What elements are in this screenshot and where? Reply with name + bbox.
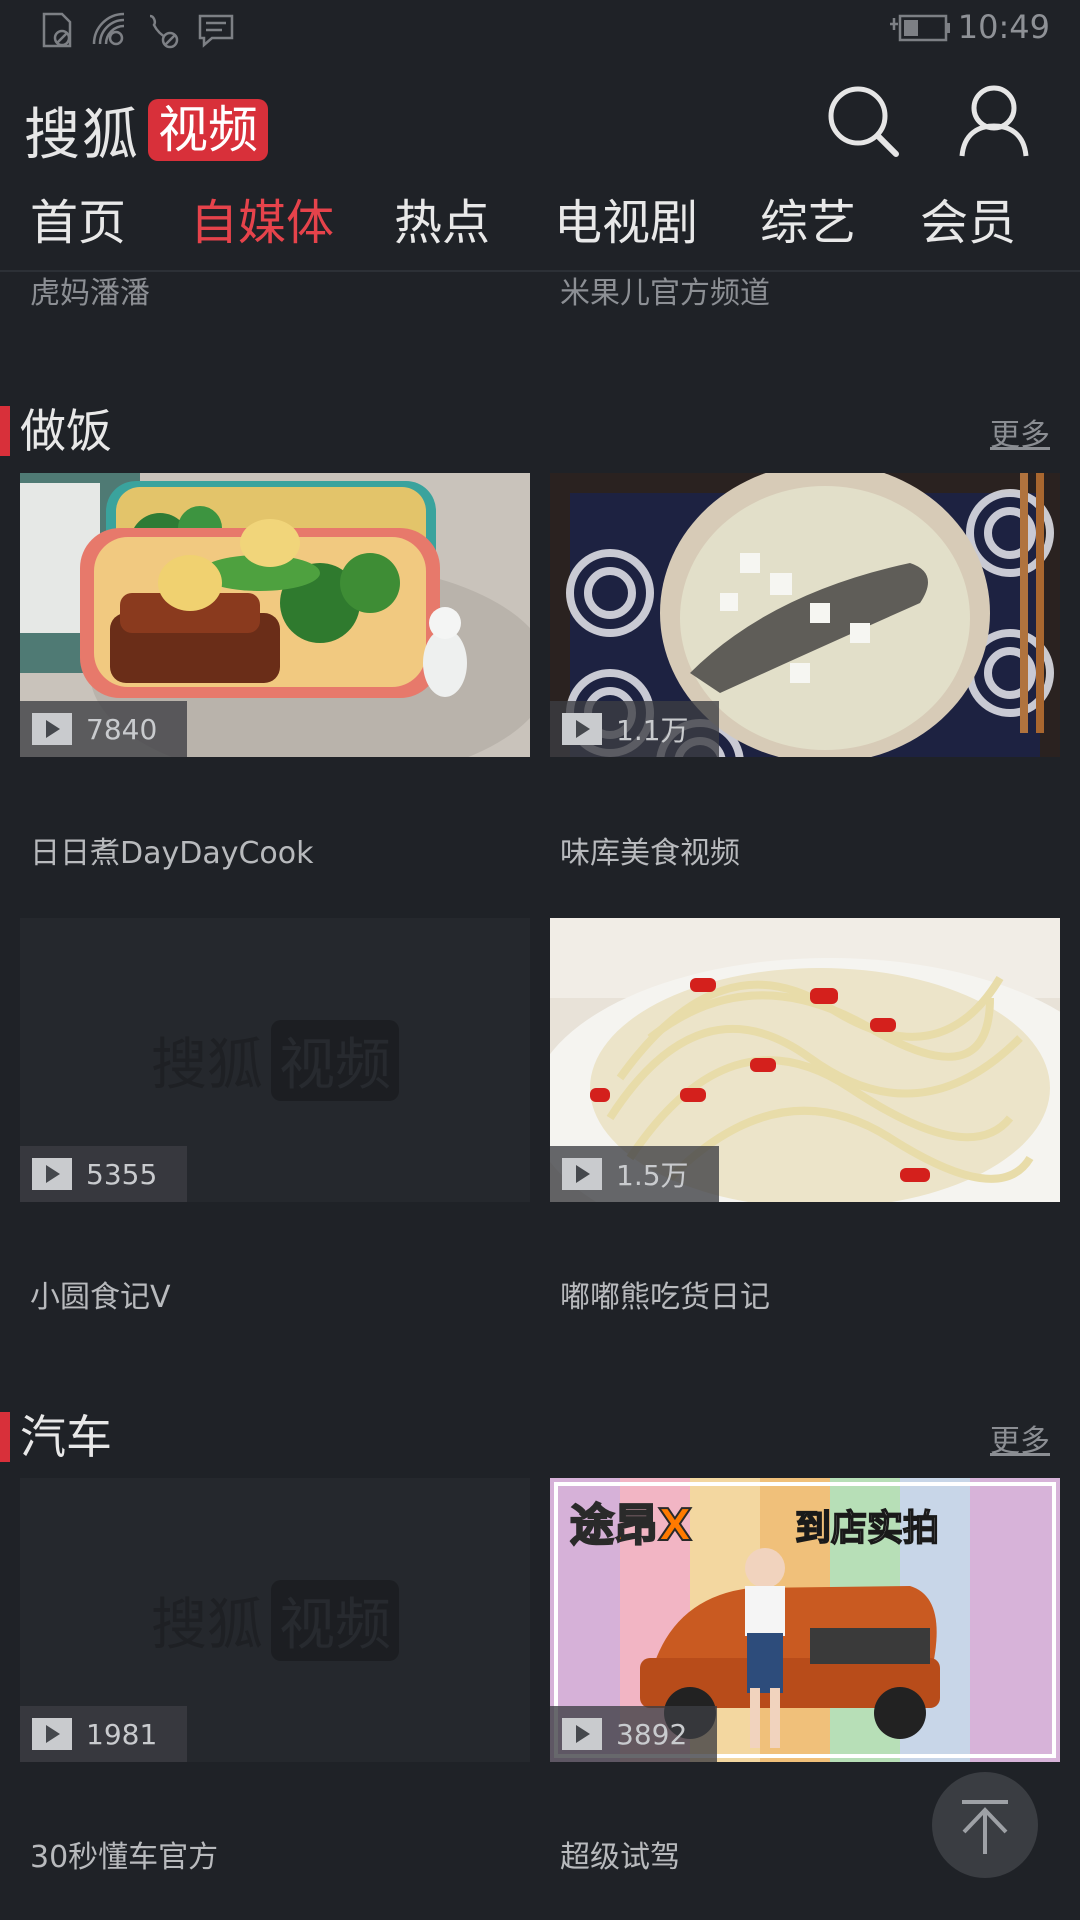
card-label[interactable]: 米果儿官方频道 — [560, 268, 770, 312]
tab-we-media[interactable]: 自媒体 — [190, 188, 334, 258]
view-count-badge: 1.1万 — [550, 701, 719, 757]
thumb-text-model: 途昂X — [570, 1500, 692, 1551]
wifi-icon — [92, 12, 125, 46]
no-sim-icon — [42, 12, 72, 48]
more-link[interactable]: 更多 — [990, 1416, 1050, 1460]
card-label[interactable]: 味库美食视频 — [560, 828, 740, 872]
placeholder-logo-badge: 视频 — [271, 1579, 399, 1661]
tab-vip[interactable]: 会员 — [920, 188, 1016, 258]
tab-hot[interactable]: 热点 — [394, 188, 490, 258]
play-icon — [562, 713, 602, 745]
card-label[interactable]: 嘟嘟熊吃货日记 — [560, 1272, 770, 1316]
video-card[interactable]: 搜狐 视频 1981 — [20, 1478, 530, 1762]
view-count-badge: 3892 — [550, 1706, 718, 1762]
play-icon — [32, 1718, 72, 1750]
view-count: 7840 — [86, 712, 158, 746]
back-to-top-button[interactable] — [932, 1772, 1038, 1878]
view-count-badge: 1981 — [20, 1706, 188, 1762]
thumb-text-caption: 到店实拍 — [795, 1508, 939, 1549]
section-header-auto: 汽车 更多 — [0, 1408, 1080, 1468]
play-icon — [32, 1158, 72, 1190]
tab-home[interactable]: 首页 — [30, 188, 126, 258]
status-time: 10:49 — [957, 8, 1050, 46]
video-card[interactable]: 搜狐 视频 5355 — [20, 918, 530, 1202]
video-card[interactable]: 1.1万 — [550, 473, 1060, 757]
placeholder-logo-badge: 视频 — [271, 1019, 399, 1101]
view-count-badge: 5355 — [20, 1146, 188, 1202]
card-label[interactable]: 小圆食记V — [30, 1272, 171, 1316]
card-label[interactable]: 虎妈潘潘 — [30, 268, 150, 312]
app-logo: 搜狐 视频 — [24, 98, 268, 168]
section-accent-bar — [0, 1412, 10, 1462]
user-icon[interactable] — [954, 80, 1034, 160]
battery-charging-icon — [890, 14, 950, 42]
play-icon — [562, 1718, 602, 1750]
view-count: 1.1万 — [616, 714, 689, 747]
section-accent-bar — [0, 406, 10, 456]
logo-text: 搜狐 — [24, 102, 140, 168]
view-count: 1.5万 — [616, 1159, 689, 1192]
view-count: 3892 — [616, 1717, 688, 1751]
arrow-up-icon — [962, 1800, 1008, 1854]
view-count-badge: 1.5万 — [550, 1146, 719, 1202]
app-root: 10:49 搜狐 视频 首页 自媒体 热点 电视剧 综艺 会员 虎妈潘潘 米果儿… — [0, 0, 1080, 1920]
tab-variety[interactable]: 综艺 — [760, 188, 856, 258]
placeholder-logo-text: 搜狐 — [151, 1032, 263, 1098]
search-icon[interactable] — [822, 80, 902, 160]
video-card[interactable]: 7840 — [20, 473, 530, 757]
tab-tv-series[interactable]: 电视剧 — [554, 188, 698, 258]
view-count-badge: 7840 — [20, 701, 188, 757]
more-link[interactable]: 更多 — [990, 410, 1050, 454]
section-header-cooking: 做饭 更多 — [0, 402, 1080, 462]
video-card[interactable]: 途昂X 到店实拍 3892 — [550, 1478, 1060, 1762]
message-icon — [198, 14, 234, 48]
view-count: 5355 — [86, 1157, 158, 1191]
play-icon — [562, 1158, 602, 1190]
card-label[interactable]: 30秒懂车官方 — [30, 1832, 218, 1876]
card-label[interactable]: 超级试驾 — [560, 1832, 680, 1876]
view-count: 1981 — [86, 1717, 158, 1751]
video-card[interactable]: 1.5万 — [550, 918, 1060, 1202]
play-icon — [32, 713, 72, 745]
card-label[interactable]: 日日煮DayDayCook — [30, 828, 314, 872]
status-bar: 10:49 — [0, 0, 1080, 60]
category-tabs: 首页 自媒体 热点 电视剧 综艺 会员 — [0, 188, 1080, 258]
section-title: 汽车 — [20, 1410, 112, 1464]
section-title: 做饭 — [20, 404, 112, 458]
logo-badge: 视频 — [148, 99, 268, 161]
no-call-icon — [149, 14, 179, 49]
placeholder-logo-text: 搜狐 — [151, 1592, 263, 1658]
